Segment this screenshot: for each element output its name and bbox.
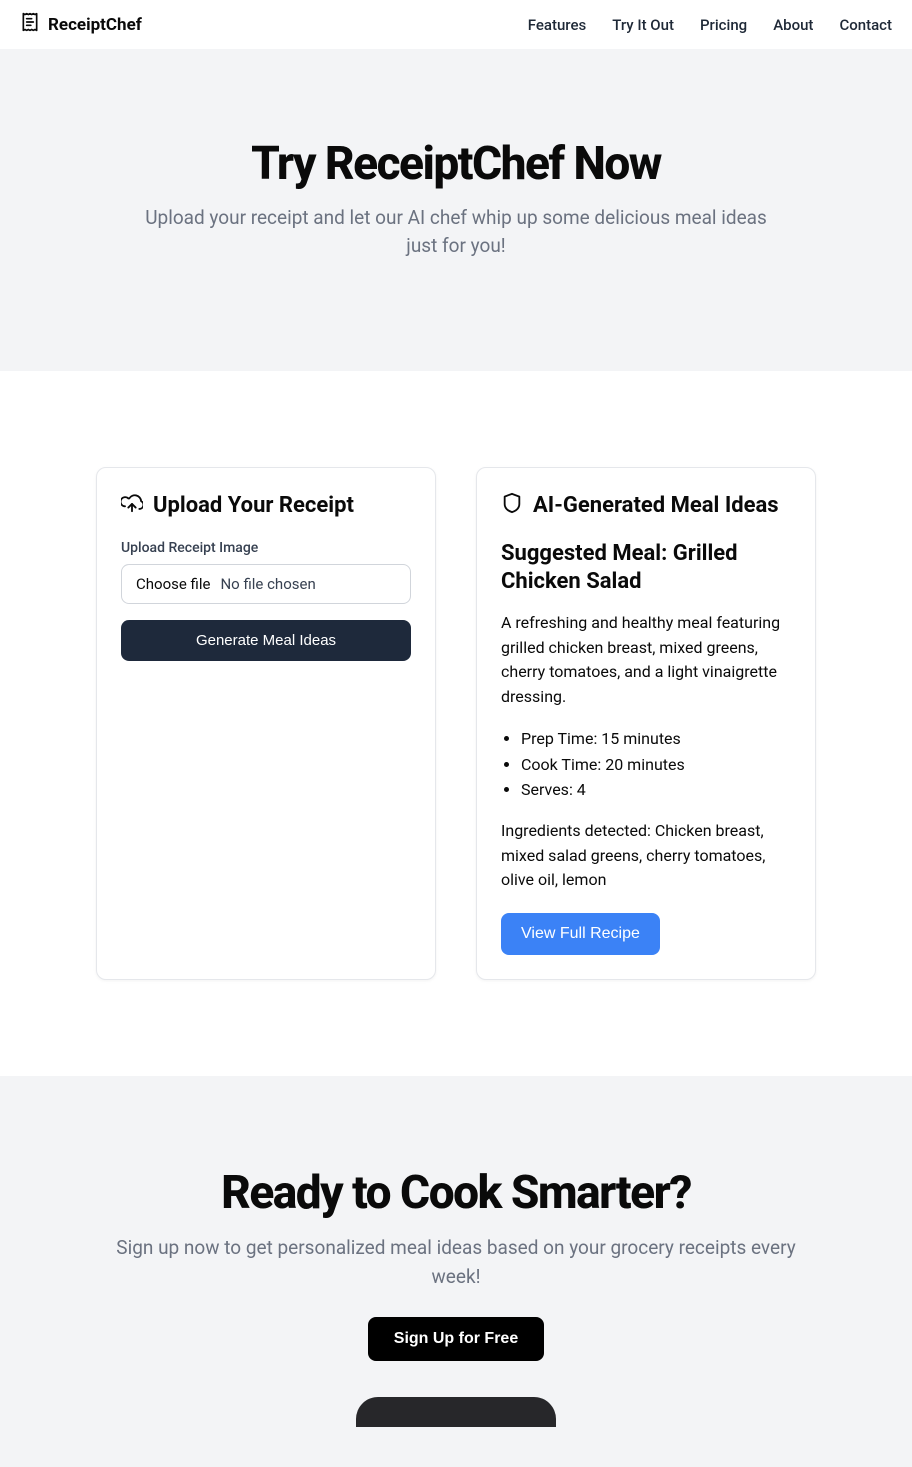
nav-try[interactable]: Try It Out — [612, 16, 674, 34]
meal-meta-list: Prep Time: 15 minutes Cook Time: 20 minu… — [501, 726, 791, 803]
hero-section: Try ReceiptChef Now Upload your receipt … — [0, 49, 912, 371]
hero-subtitle: Upload your receipt and let our AI chef … — [136, 204, 776, 261]
device-preview-top — [356, 1397, 556, 1427]
prep-time: Prep Time: 15 minutes — [521, 726, 791, 752]
ingredients-detected: Ingredients detected: Chicken breast, mi… — [501, 819, 791, 893]
site-header: ReceiptChef Features Try It Out Pricing … — [0, 0, 912, 49]
file-choose-text: Choose file — [136, 575, 210, 593]
meal-card-title: AI-Generated Meal Ideas — [501, 492, 791, 520]
upload-card: Upload Your Receipt Upload Receipt Image… — [96, 467, 436, 981]
generate-button[interactable]: Generate Meal Ideas — [121, 620, 411, 661]
nav-about[interactable]: About — [773, 16, 813, 34]
view-recipe-button[interactable]: View Full Recipe — [501, 913, 660, 955]
nav-features[interactable]: Features — [528, 16, 586, 34]
nav-pricing[interactable]: Pricing — [700, 16, 747, 34]
receipt-icon — [20, 12, 40, 37]
meal-description: A refreshing and healthy meal featuring … — [501, 611, 791, 710]
cards-section: Upload Your Receipt Upload Receipt Image… — [0, 371, 912, 1077]
upload-label: Upload Receipt Image — [121, 540, 411, 556]
hero-title: Try ReceiptChef Now — [20, 139, 892, 190]
signup-button[interactable]: Sign Up for Free — [368, 1317, 544, 1361]
cta-title: Ready to Cook Smarter? — [20, 1166, 892, 1220]
cta-subtitle: Sign up now to get personalized meal ide… — [96, 1234, 816, 1291]
upload-card-title: Upload Your Receipt — [121, 492, 411, 520]
meal-card-title-text: AI-Generated Meal Ideas — [533, 493, 779, 518]
upload-cloud-icon — [121, 492, 143, 520]
serves: Serves: 4 — [521, 777, 791, 803]
shield-icon — [501, 492, 523, 520]
suggested-meal-title: Suggested Meal: Grilled Chicken Salad — [501, 540, 791, 597]
meal-card: AI-Generated Meal Ideas Suggested Meal: … — [476, 467, 816, 981]
cta-section: Ready to Cook Smarter? Sign up now to ge… — [0, 1076, 912, 1467]
file-input[interactable]: Choose file No file chosen — [121, 564, 411, 604]
brand-name: ReceiptChef — [48, 15, 142, 35]
nav-contact[interactable]: Contact — [839, 16, 892, 34]
main-nav: Features Try It Out Pricing About Contac… — [528, 16, 892, 34]
brand-logo[interactable]: ReceiptChef — [20, 12, 142, 37]
upload-card-title-text: Upload Your Receipt — [153, 493, 354, 518]
cook-time: Cook Time: 20 minutes — [521, 752, 791, 778]
file-none-text: No file chosen — [220, 575, 315, 593]
